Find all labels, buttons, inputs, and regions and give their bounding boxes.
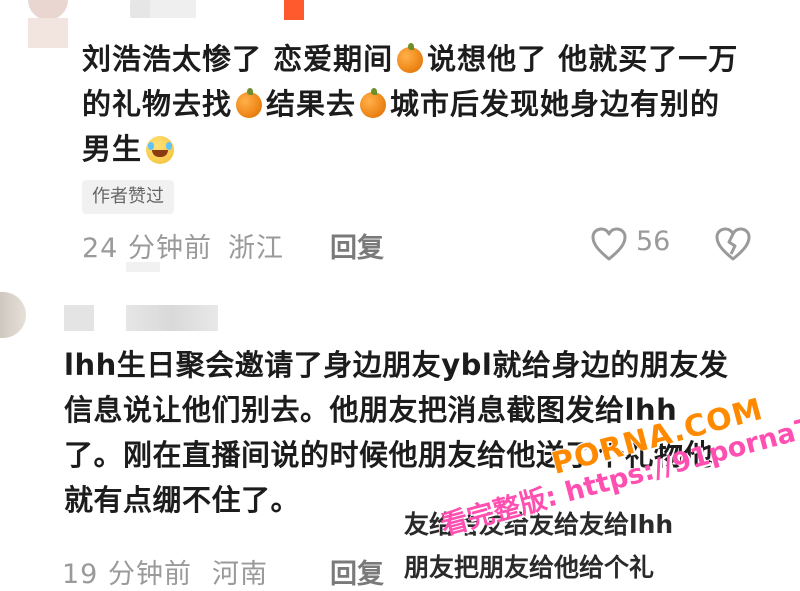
avatar-lower-blur [28, 18, 68, 48]
like-count: 56 [636, 226, 671, 257]
heart-outline-icon[interactable] [590, 226, 628, 262]
comment-text: 刘浩浩太惨了 恋爱期间 说想他了 他就买了一万 的礼物去找 结果去 城市后发现她身边有… [82, 37, 772, 172]
comment-line-text: 说想他了 他就买了一万 [427, 42, 739, 76]
comment-line-2: 的礼物去找 结果去 城市后发现她身边有别的 [82, 82, 772, 127]
comment-line-text: 刘浩浩太惨了 恋爱期间 [82, 42, 394, 76]
reply-button[interactable]: 回复 [330, 226, 384, 265]
author-liked-tag: 作者赞过 [82, 180, 174, 214]
orange-emoji-icon [360, 88, 387, 118]
broken-heart-icon[interactable] [714, 226, 752, 262]
avatar[interactable] [0, 292, 26, 338]
laughing-crying-emoji-icon [146, 136, 175, 164]
comment-line-text: 男生 [82, 132, 143, 166]
blur-strip [126, 262, 160, 272]
username-blur [64, 305, 94, 331]
comment-line-text: 城市后发现她身边有别的 [390, 87, 721, 121]
comment-line-text: 结果去 [266, 87, 357, 121]
comment-location: 浙江 [228, 233, 284, 264]
orange-emoji-icon [397, 43, 424, 73]
username-blur-2 [126, 305, 218, 331]
avatar[interactable] [28, 0, 68, 20]
comment-timestamp: 19 分钟前 [62, 559, 192, 590]
username-blur-2 [150, 0, 196, 18]
comment-timestamp: 24 分钟前 [82, 233, 212, 264]
comment-line-1: 刘浩浩太惨了 恋爱期间 说想他了 他就买了一万 [82, 37, 772, 82]
reply-button[interactable]: 回复 [330, 552, 384, 591]
comment-line-text: 的礼物去找 [82, 87, 233, 121]
overlay-text: 朋友把朋友给他给个礼 [404, 553, 655, 582]
badge-chip [284, 0, 304, 20]
comment-line-text: lhh生日聚会邀请了身边朋友ybl就给身边的朋友发 [64, 348, 729, 382]
comment-location: 河南 [212, 559, 268, 590]
orange-emoji-icon [236, 88, 263, 118]
comment-line-3: 男生 [82, 127, 772, 172]
